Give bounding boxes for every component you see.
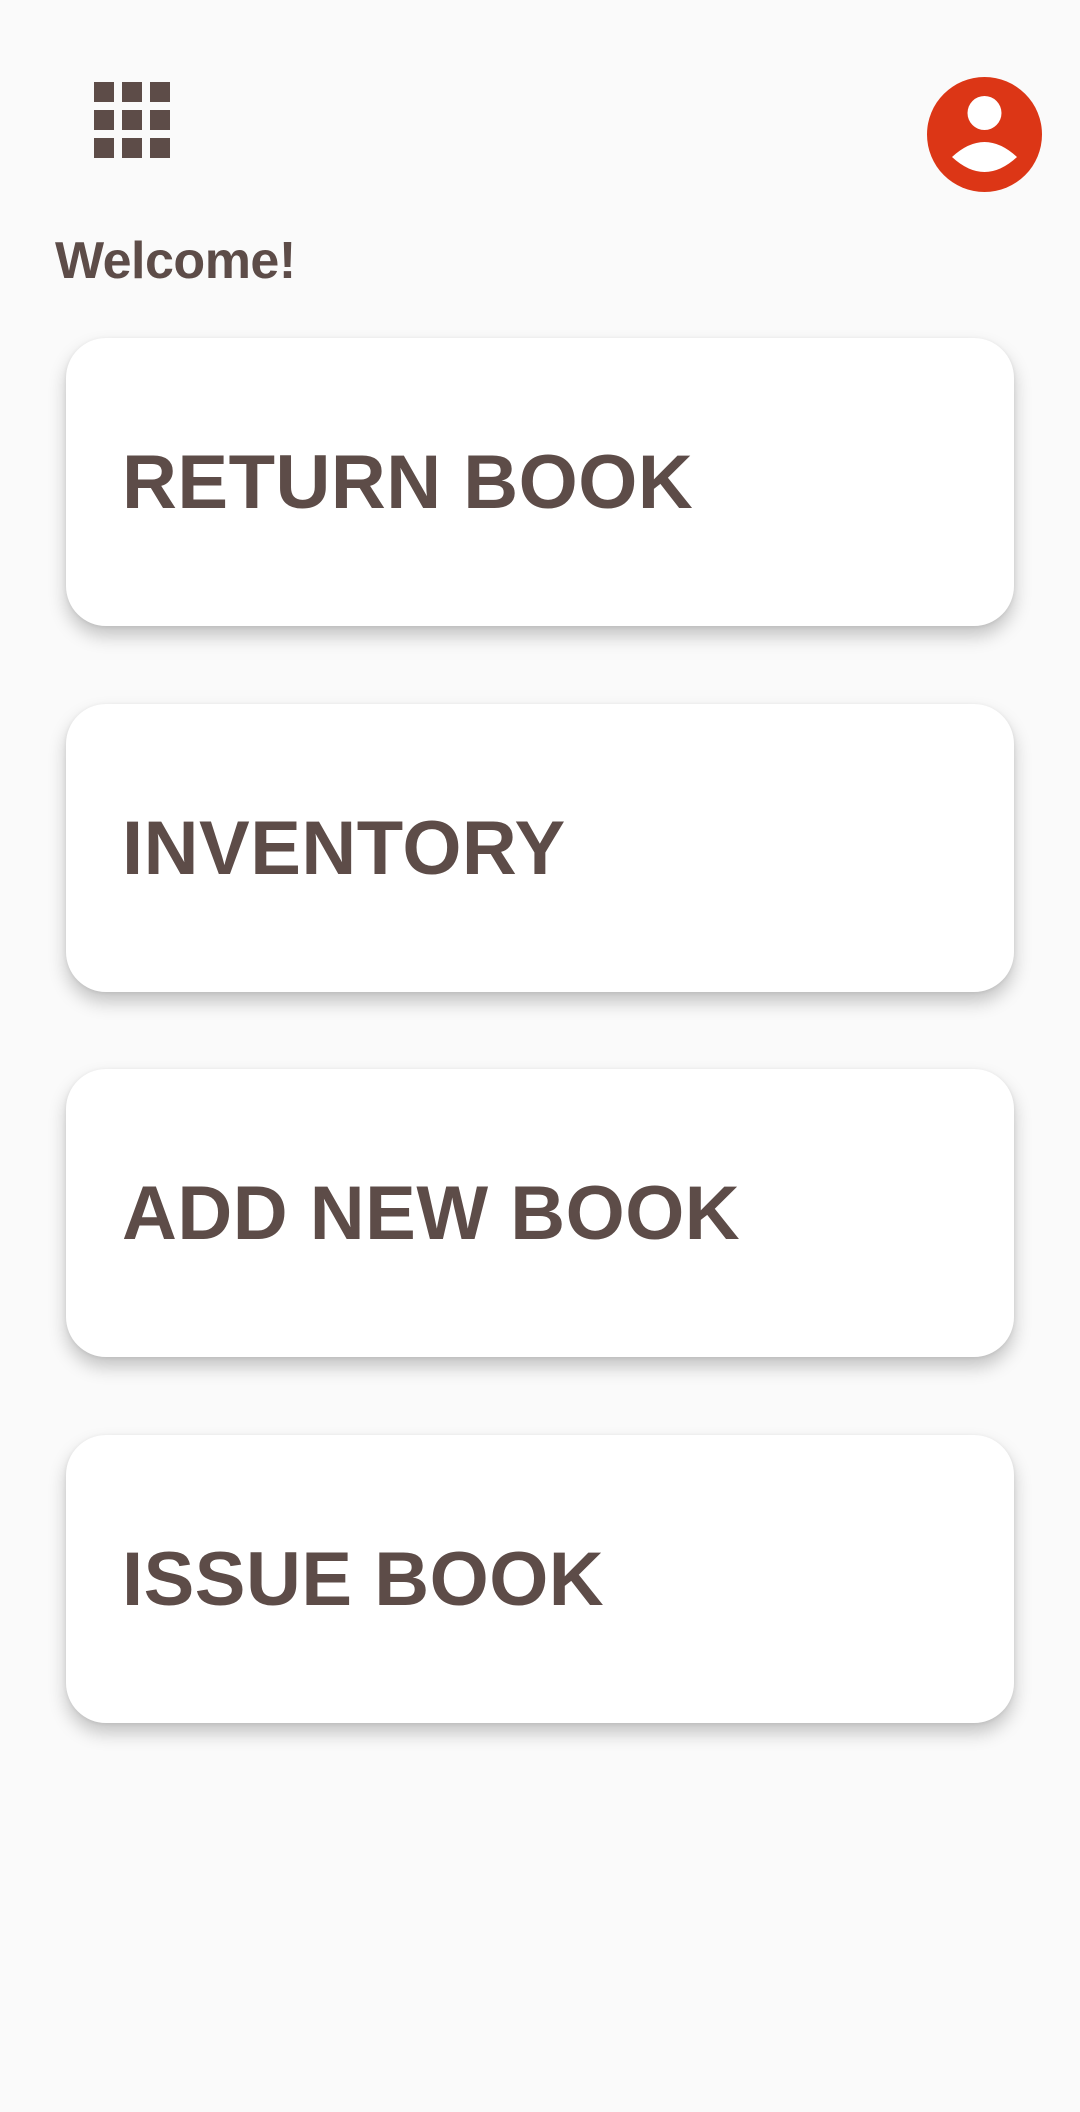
profile-button[interactable] [927,77,1042,192]
inventory-label: INVENTORY [122,805,566,891]
grid-apps-icon [94,82,170,158]
return-book-card[interactable]: RETURN BOOK [66,338,1014,626]
issue-book-card[interactable]: ISSUE BOOK [66,1435,1014,1723]
issue-book-label: ISSUE BOOK [122,1536,605,1622]
grid-menu-button[interactable] [94,82,170,158]
welcome-heading: Welcome! [55,232,296,290]
account-circle-icon [952,96,1017,172]
add-new-book-label: ADD NEW BOOK [122,1170,741,1256]
add-new-book-card[interactable]: ADD NEW BOOK [66,1069,1014,1357]
inventory-card[interactable]: INVENTORY [66,704,1014,992]
return-book-label: RETURN BOOK [122,439,694,525]
